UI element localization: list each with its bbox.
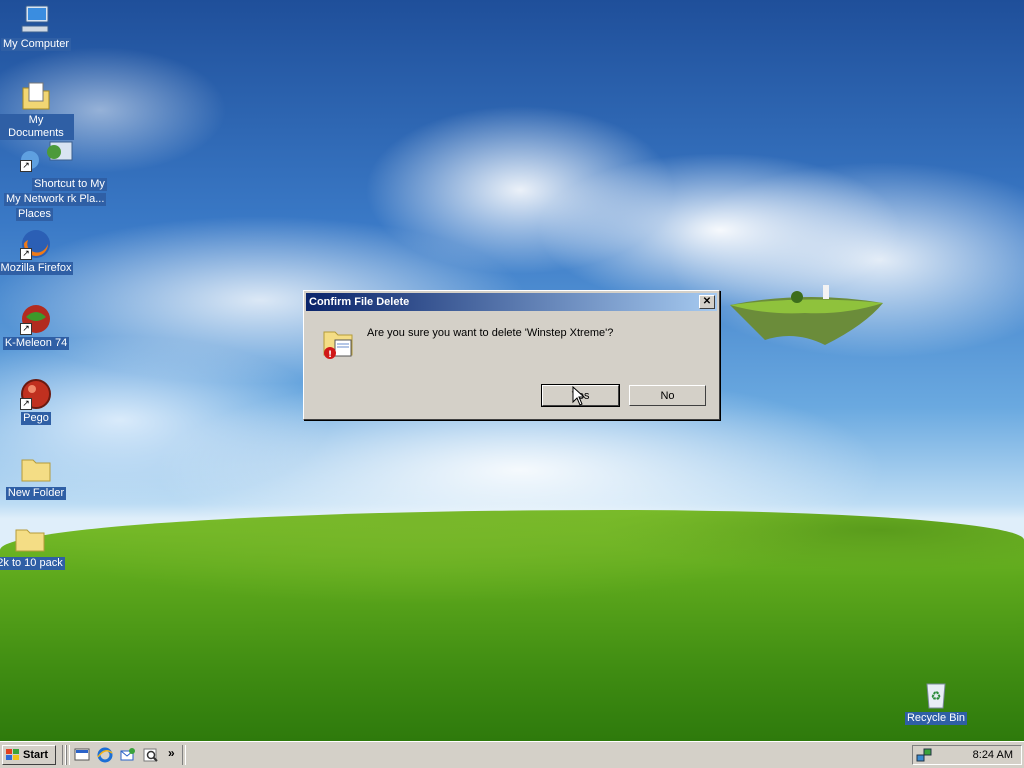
desktop-icon-recycle-bin[interactable]: ♻ Recycle Bin <box>898 678 974 725</box>
network-tray-icon[interactable] <box>916 747 932 763</box>
my-documents-icon <box>20 80 52 112</box>
desktop-icon-label: Mozilla Firefox <box>0 262 74 275</box>
shortcut-arrow-icon: ↗ <box>20 160 32 172</box>
svg-text:!: ! <box>328 350 332 360</box>
clock[interactable]: 8:24 AM <box>973 749 1013 761</box>
folder-icon <box>20 453 52 485</box>
desktop-icon-label: K-Meleon 74 <box>2 337 70 350</box>
desktop-icon-label: 2k to 10 pack <box>0 557 65 570</box>
outlook-express-icon[interactable] <box>120 747 136 763</box>
quick-launch-chevron[interactable]: » <box>168 746 175 760</box>
desktop-icon-label: Pego <box>21 412 51 425</box>
show-desktop-icon[interactable] <box>74 747 90 763</box>
recycle-bin-icon: ♻ <box>920 678 952 710</box>
desktop-icon-new-folder[interactable]: New Folder <box>0 453 74 500</box>
k-meleon-icon: ↗ <box>20 303 52 335</box>
desktop-icon-firefox[interactable]: ↗ Mozilla Firefox <box>0 228 74 275</box>
close-button[interactable]: ✕ <box>699 295 715 309</box>
taskbar: Start » 8:24 AM <box>0 741 1024 768</box>
dialog-titlebar[interactable]: Confirm File Delete ✕ <box>306 293 717 311</box>
desktop-icon-my-computer[interactable]: My Computer <box>0 4 74 51</box>
search-icon[interactable] <box>143 747 159 763</box>
desktop-icon-label: Shortcut to My <box>32 178 107 191</box>
start-label: Start <box>23 749 49 761</box>
network-places-icon: ↗ <box>20 140 73 172</box>
dialog-title: Confirm File Delete <box>309 296 410 308</box>
my-computer-icon <box>20 4 52 36</box>
firefox-icon: ↗ <box>20 228 52 260</box>
start-button[interactable]: Start <box>2 745 56 765</box>
desktop-icon-label: Places <box>16 208 54 221</box>
desktop-icon-my-documents[interactable]: My Documents <box>0 80 74 140</box>
taskbar-separator <box>182 745 186 765</box>
windows-flag-icon <box>6 749 19 760</box>
taskbar-separator <box>66 745 70 765</box>
internet-explorer-icon[interactable] <box>97 747 113 763</box>
close-icon: ✕ <box>702 296 712 307</box>
desktop-icon-label: Recycle Bin <box>904 712 968 725</box>
svg-text:♻: ♻ <box>931 689 942 703</box>
no-button[interactable]: No <box>629 385 706 406</box>
shortcut-arrow-icon: ↗ <box>20 248 32 260</box>
delete-warning-icon: ! <box>323 331 353 360</box>
pego-icon: ↗ <box>20 378 52 410</box>
desktop-icon-network-places[interactable]: ↗ Shortcut to My My Network rk Pla... Pl… <box>0 140 108 221</box>
system-tray: 8:24 AM <box>912 745 1022 765</box>
confirm-file-delete-dialog: Confirm File Delete ✕ ! Are you sure you… <box>303 290 720 420</box>
folder-icon <box>14 523 46 555</box>
floating-island-image <box>730 285 883 345</box>
desktop-icon-2k-to-10-pack[interactable]: 2k to 10 pack <box>0 523 68 570</box>
desktop-icon-label: My Documents <box>0 114 74 140</box>
desktop-icon-pego[interactable]: ↗ Pego <box>0 378 74 425</box>
wallpaper-hills <box>0 510 1024 741</box>
desktop-icon-k-meleon[interactable]: ↗ K-Meleon 74 <box>0 303 74 350</box>
desktop-icon-label: My Computer <box>0 38 72 51</box>
desktop-icon-label: New Folder <box>5 487 67 500</box>
mouse-cursor-icon <box>572 386 586 406</box>
dialog-message: Are you sure you want to delete 'Winstep… <box>367 327 614 339</box>
desktop-icon-label: My Network rk Pla... <box>4 193 107 206</box>
shortcut-arrow-icon: ↗ <box>20 323 32 335</box>
shortcut-arrow-icon: ↗ <box>20 398 32 410</box>
